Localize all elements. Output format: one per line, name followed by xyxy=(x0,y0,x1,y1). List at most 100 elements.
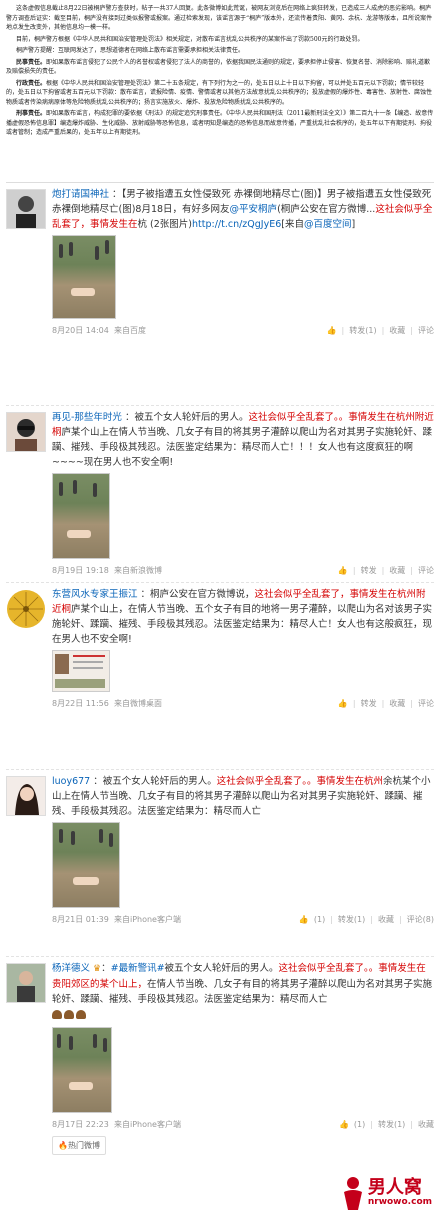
like-icon[interactable]: 👍 xyxy=(338,566,348,575)
post-meta: 8月19日 19:18 来自新浪微博 👍 | 转发 | 收藏 | 评论 xyxy=(52,566,434,575)
section-label: 刑事责任。 xyxy=(16,110,47,117)
fire-icon: 🔥 xyxy=(58,1141,68,1150)
hashtag-link[interactable]: #最新警讯# xyxy=(111,963,165,974)
post-image[interactable] xyxy=(52,473,110,559)
weibo-post: 再见-那些年时光 ：被五个女人轮奸后的男人。这社会似乎全乱套了。。事情发生在杭州附… xyxy=(6,406,434,583)
favorite-button[interactable]: 收藏 xyxy=(389,566,405,575)
forward-button[interactable]: 转发(1) xyxy=(349,326,376,335)
post-image[interactable] xyxy=(52,235,116,319)
source-link[interactable]: @百度空间 xyxy=(304,219,352,230)
post-highlight: 这社会似乎全乱套了。。事情发生在杭州 xyxy=(216,776,384,787)
avatar[interactable] xyxy=(6,189,46,229)
man-figure-logo-icon xyxy=(343,1177,362,1210)
section-text: 根据《中华人民共和国治安管理处罚法》第二十五条规定，有下列行为之一的，处五日以上… xyxy=(6,79,433,106)
poop-emoji-icon xyxy=(76,1010,86,1019)
user-avatar-icon xyxy=(7,190,45,228)
post-time[interactable]: 8月17日 22:23 xyxy=(52,1120,109,1129)
post-time[interactable]: 8月19日 19:18 xyxy=(52,566,109,575)
comment-button[interactable]: 评论 xyxy=(418,326,434,335)
post-source[interactable]: 来自百度 xyxy=(114,326,146,335)
crown-icon: ♛ xyxy=(93,964,102,974)
post-time[interactable]: 8月21日 01:39 xyxy=(52,915,109,924)
hot-weibo-label: 热门微博 xyxy=(67,1141,100,1150)
favorite-button[interactable]: 收藏 xyxy=(418,1120,434,1129)
post-source[interactable]: 来自新浪微博 xyxy=(114,566,162,575)
forward-button[interactable]: 转发(1) xyxy=(378,1120,405,1129)
article-paragraph: 这条虚假信息截止8月22日被桐庐警方查获时，帖子一共37人回复。此条微博如此荒诞… xyxy=(6,5,433,31)
post-text: 被五个女人轮奸后的男人。 xyxy=(164,963,279,974)
like-count[interactable]: (1) xyxy=(314,915,325,924)
post-text: 庐某个山上在情人节当晚、几女子有目的将其男子灌醉以爬山为名对其男子实施轮奸、蹂躏… xyxy=(52,427,433,468)
post-source[interactable]: 来自微博桌面 xyxy=(114,699,162,708)
username-link[interactable]: 杨洋德义 xyxy=(52,963,90,974)
comment-button[interactable]: 评论 xyxy=(418,699,434,708)
poop-emoji-icon xyxy=(52,1010,62,1019)
article-paragraph: 刑事责任。即如果散布谣言，构成犯罪的要依据《刑法》的规定追究刑事责任。《中华人民… xyxy=(6,109,434,138)
like-icon[interactable]: 👍 xyxy=(299,915,309,924)
article-text: 这条虚假信息截止8月22日被桐庐警方查获时，帖子一共37人回复。此条微博如此荒诞… xyxy=(0,0,440,182)
post-meta: 8月22日 11:56 来自微博桌面 👍 | 转发 | 收藏 | 评论 xyxy=(52,699,434,708)
article-paragraph: 桐庐警方提醒：互联网发达了，思想道德者在网络上散布谣言需要承担相关法律责任。 xyxy=(16,47,245,54)
user-avatar-icon xyxy=(7,964,45,1002)
post-text: ：被五个女人轮奸后的男人。 xyxy=(93,776,217,787)
post-image[interactable] xyxy=(52,650,110,692)
article-paragraph: 目前，桐庐警方根据《中华人民共和国治安管理处罚法》相关规定，对散布谣言扰乱公共秩… xyxy=(16,35,364,43)
post-text: (桐庐公安在官方微博... xyxy=(277,204,376,215)
post-text: ： xyxy=(101,963,111,974)
short-url-link[interactable]: http://t.cn/zQgJyE6 xyxy=(192,219,281,230)
avatar[interactable] xyxy=(6,412,46,452)
logo-name: 男人窝 xyxy=(367,1177,422,1198)
site-logo: 男人窝 nrwowo.com xyxy=(340,1176,432,1210)
username-link[interactable]: 再见-那些年时光 xyxy=(52,412,122,423)
username-link[interactable]: 东营风水专家王振江 xyxy=(52,589,138,600)
section-label: 行政责任。 xyxy=(16,79,47,87)
avatar[interactable] xyxy=(6,776,46,816)
logo-url: nrwowo.com xyxy=(367,1197,432,1207)
post-text: ] xyxy=(351,219,356,230)
forward-button[interactable]: 转发(1) xyxy=(338,915,365,924)
weibo-post: 东营风水专家王振江 ：桐庐公安在官方微博说，这社会似乎全乱套了，事情发生在杭州附近… xyxy=(6,583,434,770)
like-icon[interactable]: 👍 xyxy=(339,1120,349,1129)
post-source[interactable]: 来自iPhone客户端 xyxy=(114,915,181,924)
comment-button[interactable]: 评论(8) xyxy=(407,915,434,924)
post-meta: 8月21日 01:39 来自iPhone客户端 👍 (1) | 转发(1) | 收藏 | 评论… xyxy=(52,915,434,924)
post-time[interactable]: 8月22日 11:56 xyxy=(52,699,109,708)
weibo-post: 杨洋德义 ♛：#最新警讯#被五个女人轮奸后的男人。这社会似乎全乱套了。。事情发生在… xyxy=(6,957,434,1203)
section-text: 即如果散布谣言侵犯了公民个人的名誉权或者侵犯了法人的商誉的，依据我国民法通则的规… xyxy=(6,58,431,76)
weibo-feed: 炮打请国神社 ：【男子被指遭五女性侵致死 赤裸倒地精尽亡(图)】男子被指遭五女性侵… xyxy=(0,183,440,1203)
post-image[interactable] xyxy=(52,1027,112,1113)
mention-link[interactable]: @平安桐庐 xyxy=(230,204,278,215)
favorite-button[interactable]: 收藏 xyxy=(378,915,394,924)
like-count[interactable]: (1) xyxy=(354,1120,365,1129)
post-time[interactable]: 8月20日 14:04 xyxy=(52,326,109,335)
like-icon[interactable]: 👍 xyxy=(327,326,337,335)
favorite-button[interactable]: 收藏 xyxy=(389,699,405,708)
hot-weibo-tag[interactable]: 🔥热门微博 xyxy=(52,1136,106,1155)
favorite-button[interactable]: 收藏 xyxy=(389,326,405,335)
weibo-post: 炮打请国神社 ：【男子被指遭五女性侵致死 赤裸倒地精尽亡(图)】男子被指遭五女性侵… xyxy=(6,183,434,406)
like-icon[interactable]: 👍 xyxy=(338,699,348,708)
avatar[interactable] xyxy=(6,963,46,1003)
post-text: ：被五个女人轮奸后的男人。 xyxy=(124,412,249,423)
user-avatar-icon xyxy=(7,413,45,451)
username-link[interactable]: luoy677 xyxy=(52,776,90,787)
post-meta: 8月20日 14:04 来自百度 👍 | 转发(1) | 收藏 | 评论 xyxy=(52,326,434,335)
poop-emoji-icon xyxy=(64,1010,74,1019)
weibo-post: luoy677 ：被五个女人轮奸后的男人。这社会似乎全乱套了。。事情发生在杭州余杭… xyxy=(6,770,434,957)
emoji-row xyxy=(52,1009,434,1024)
post-text: ：桐庐公安在官方微博说， xyxy=(140,589,255,600)
user-avatar-icon xyxy=(7,777,45,815)
article-paragraph: 行政责任。根据《中华人民共和国治安管理处罚法》第二十五条规定，有下列行为之一的，… xyxy=(6,79,434,108)
post-source[interactable]: 来自iPhone客户端 xyxy=(114,1120,181,1129)
avatar[interactable] xyxy=(6,589,46,629)
post-text: 庐某个山上，在情人节当晚、五个女子有目的地将一男子灌醉，以爬山为名对该男子实施轮… xyxy=(52,604,433,645)
section-label: 民事责任。 xyxy=(16,58,47,66)
username-link[interactable]: 炮打请国神社 xyxy=(52,189,109,200)
post-meta: 8月17日 22:23 来自iPhone客户端 👍 (1) | 转发(1) | 收藏 xyxy=(52,1120,434,1129)
comment-button[interactable]: 评论 xyxy=(418,566,434,575)
post-image[interactable] xyxy=(52,822,120,908)
forward-button[interactable]: 转发 xyxy=(361,566,377,575)
forward-button[interactable]: 转发 xyxy=(361,699,377,708)
post-text: [来自 xyxy=(281,219,304,230)
article-paragraph: 民事责任。即如果散布谣言侵犯了公民个人的名誉权或者侵犯了法人的商誉的，依据我国民… xyxy=(6,58,434,77)
